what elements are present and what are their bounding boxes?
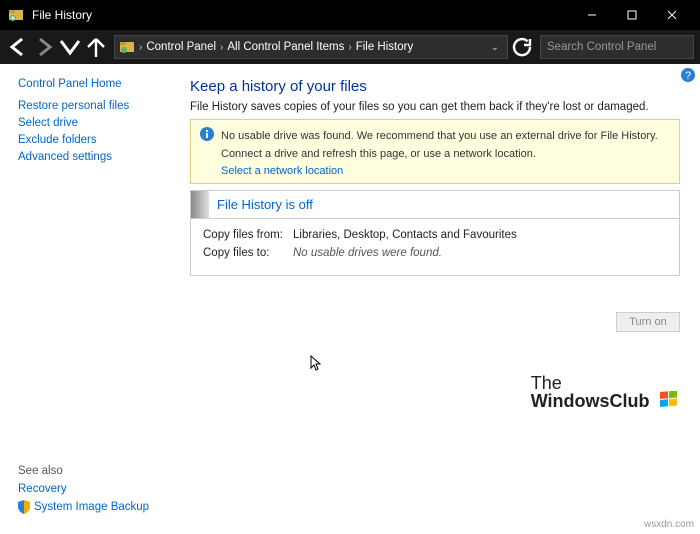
sidebar-link-restore[interactable]: Restore personal files [18,100,170,112]
sidebar-link-system-image-backup[interactable]: System Image Backup [18,500,149,514]
copy-from-row: Copy files from: Libraries, Desktop, Con… [203,229,667,241]
status-title: File History is off [217,197,313,212]
minimize-button[interactable] [572,0,612,30]
chevron-right-icon: › [348,42,351,53]
crumb-1[interactable]: All Control Panel Items [227,41,344,53]
forward-button[interactable] [32,35,56,59]
crumb-0[interactable]: Control Panel [146,41,216,53]
page-description: File History saves copies of your files … [190,101,680,113]
up-button[interactable] [84,35,108,59]
main-panel: Keep a history of your files File Histor… [170,64,700,534]
search-box[interactable] [540,35,694,59]
turn-on-button[interactable]: Turn on [616,312,680,332]
chevron-right-icon: › [220,42,223,53]
window-title: File History [32,8,572,22]
watermark: The WindowsClub [531,375,678,414]
mouse-cursor-icon [310,355,324,378]
status-indicator [191,191,209,218]
page-title: Keep a history of your files [190,78,680,95]
see-also-label: See also [18,465,149,477]
chevron-right-icon: › [139,42,142,53]
warning-banner: No usable drive was found. We recommend … [190,119,680,184]
app-icon [8,7,24,23]
close-button[interactable] [652,0,692,30]
crumb-2[interactable]: File History [356,41,414,53]
sidebar: Control Panel Home Restore personal file… [0,64,170,534]
copy-to-value: No usable drives were found. [293,247,442,259]
turn-on-label: Turn on [629,316,667,328]
sidebar-link-select-drive[interactable]: Select drive [18,117,170,129]
content-area: Control Panel Home Restore personal file… [0,64,700,534]
back-button[interactable] [6,35,30,59]
sidebar-link-advanced[interactable]: Advanced settings [18,151,170,163]
see-also-section: See also Recovery System Image Backup [18,465,149,514]
folder-icon [119,39,135,55]
status-box: File History is off Copy files from: Lib… [190,190,680,276]
recent-dropdown[interactable] [58,35,82,59]
source-ref: wsxdn.com [644,519,694,530]
windows-logo-icon [660,391,678,414]
status-header: File History is off [191,191,679,219]
copy-to-row: Copy files to: No usable drives were fou… [203,247,667,259]
sidebar-link-recovery[interactable]: Recovery [18,483,149,495]
search-input[interactable] [547,41,700,53]
copy-from-value: Libraries, Desktop, Contacts and Favouri… [293,229,517,241]
watermark-line2: WindowsClub [531,391,650,411]
info-icon [199,126,215,177]
breadcrumb[interactable]: › Control Panel › All Control Panel Item… [114,35,508,59]
maximize-button[interactable] [612,0,652,30]
copy-to-label: Copy files to: [203,247,293,259]
nav-bar: › Control Panel › All Control Panel Item… [0,30,700,64]
sidebar-link-exclude[interactable]: Exclude folders [18,134,170,146]
chevron-down-icon[interactable]: ⌄ [491,42,499,53]
watermark-line1: The [531,375,678,391]
warning-text: No usable drive was found. We recommend … [221,130,658,160]
window-titlebar: File History [0,0,700,30]
sib-label: System Image Backup [34,501,149,513]
refresh-button[interactable] [510,35,534,59]
select-network-link[interactable]: Select a network location [221,165,671,177]
copy-from-label: Copy files from: [203,229,293,241]
sidebar-heading[interactable]: Control Panel Home [18,78,170,90]
